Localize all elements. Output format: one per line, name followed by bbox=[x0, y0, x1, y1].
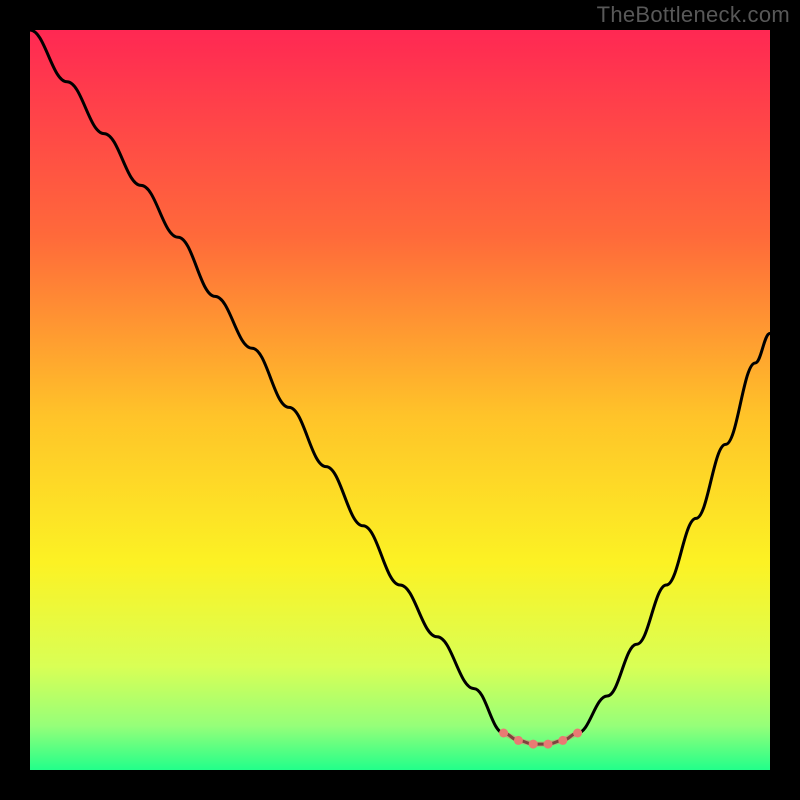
plot-background bbox=[30, 30, 770, 770]
watermark-text: TheBottleneck.com bbox=[597, 2, 790, 28]
chart-frame: TheBottleneck.com bbox=[0, 0, 800, 800]
bottleneck-chart-svg bbox=[0, 0, 800, 800]
